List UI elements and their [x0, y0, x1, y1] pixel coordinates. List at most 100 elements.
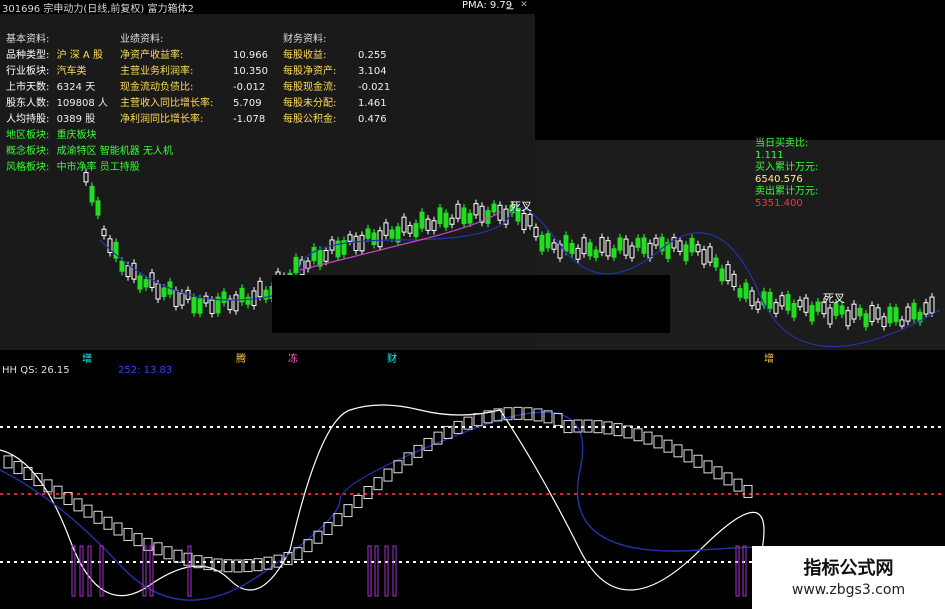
candle-body [623, 238, 629, 256]
candle-body [611, 248, 617, 258]
candle-body [815, 301, 821, 312]
candle-body [575, 247, 581, 260]
candle-body [95, 200, 101, 216]
candle-body [323, 249, 329, 262]
candle-body [875, 307, 881, 320]
candle-body [209, 299, 215, 315]
candle-body [677, 240, 683, 252]
performance-row: 净利润同比增长率: -1.078 [120, 114, 266, 125]
performance-row: 净资产收益率: 10.966 [120, 50, 268, 61]
candle-body [809, 305, 815, 322]
indicator-step-bar [613, 423, 623, 437]
candle-body [653, 237, 659, 246]
financial-row: 每股现金流: -0.021 [283, 82, 391, 93]
candle-body [845, 310, 851, 327]
candle-body [353, 235, 359, 251]
indicator-step-bar [633, 428, 643, 442]
indicator-spike [149, 545, 154, 597]
candle-body [383, 222, 389, 236]
basic-info-row: 风格板块: 中市净率 员工持股 [6, 162, 140, 173]
watermark-url: www.zbgs3.com [791, 582, 906, 598]
indicator-step-bar [133, 533, 143, 547]
indicator-step-bar [383, 468, 393, 482]
candle-body [89, 185, 95, 203]
candle-body [689, 237, 695, 253]
candle-body [455, 203, 461, 219]
indicator-spike [367, 545, 372, 597]
candle-body [365, 228, 371, 239]
candle-body [191, 296, 197, 314]
event-marker[interactable]: 财 [387, 350, 397, 365]
indicator-step-bar [113, 522, 123, 536]
candle-body [527, 213, 533, 227]
candle-body [755, 301, 761, 310]
candle-body [647, 242, 653, 259]
indicator-step-bar [43, 479, 53, 493]
candle-body [227, 298, 233, 311]
candle-body [359, 234, 365, 252]
candle-body [131, 262, 137, 280]
event-marker[interactable]: 增 [764, 350, 774, 365]
stock-chart-window: 301696 宗申动力(日线,前复权) 富力箱体2 PMA: 9.79 ▁ ✕ … [0, 0, 945, 609]
watermark-title: 指标公式网 [803, 558, 894, 579]
candle-body [707, 246, 713, 263]
candle-body [767, 291, 773, 309]
candle-body [779, 295, 785, 307]
candle-body [347, 234, 353, 242]
event-marker[interactable]: 冻 [288, 350, 298, 365]
candle-body [473, 203, 479, 216]
candle-body [311, 246, 317, 262]
candle-body [863, 313, 869, 328]
candle-body [773, 302, 779, 314]
buy-sell-ratio-label: 当日买卖比: [755, 138, 809, 149]
indicator-step-bar [163, 546, 173, 560]
performance-row: 主营业务利润率: 10.350 [120, 66, 268, 77]
redacted-area [272, 275, 670, 333]
indicator-step-bar [443, 425, 453, 439]
indicator-spike [374, 545, 379, 597]
candle-body [887, 306, 893, 324]
candle-body [425, 218, 431, 231]
event-marker[interactable]: 增 [82, 350, 92, 365]
candle-body [443, 212, 449, 228]
minimize-icon[interactable]: ▁ [505, 0, 515, 10]
candle-body [533, 226, 539, 238]
indicator-step-bar [333, 513, 343, 527]
candle-body [635, 237, 641, 248]
indicator-step-bar [653, 435, 663, 449]
candle-body [629, 245, 635, 259]
buy-total-label: 买入累计万元: [755, 162, 819, 173]
main-kline-chart[interactable]: 301696 宗申动力(日线,前复权) 富力箱体2 PMA: 9.79 ▁ ✕ … [0, 0, 945, 350]
candle-body [203, 295, 209, 304]
candle-body [413, 223, 419, 237]
candle-body [683, 244, 689, 262]
financial-row: 每股未分配: 1.461 [283, 98, 387, 109]
dead-cross-label: 死叉 [823, 292, 845, 305]
candle-body [899, 319, 905, 327]
sell-total-label: 卖出累计万元: [755, 186, 819, 197]
oscillator-line [0, 404, 765, 597]
indicator-step-bar [173, 549, 183, 563]
candle-body [737, 288, 743, 298]
indicator-spike [87, 545, 92, 597]
indicator-step-bar [473, 413, 483, 427]
candle-body [197, 298, 203, 314]
candle-body [569, 242, 575, 254]
candle-body [179, 292, 185, 306]
close-icon[interactable]: ✕ [519, 0, 529, 10]
indicator-step-bar [363, 486, 373, 500]
watermark: 指标公式网 www.zbgs3.com [752, 546, 945, 609]
candle-body [371, 232, 377, 246]
indicator-step-bar [13, 461, 23, 475]
indicator-step-bar [743, 484, 753, 498]
financial-info-header: 财务资料: [283, 34, 327, 45]
candle-body [641, 237, 647, 254]
candle-body [389, 229, 395, 239]
candle-body [551, 242, 557, 250]
event-marker[interactable]: 腾 [236, 350, 246, 365]
indicator-step-bar [703, 460, 713, 474]
candle-body [563, 235, 569, 252]
candle-body [539, 234, 545, 252]
buy-total-value: 6540.576 [755, 174, 803, 185]
candle-body [437, 207, 443, 225]
